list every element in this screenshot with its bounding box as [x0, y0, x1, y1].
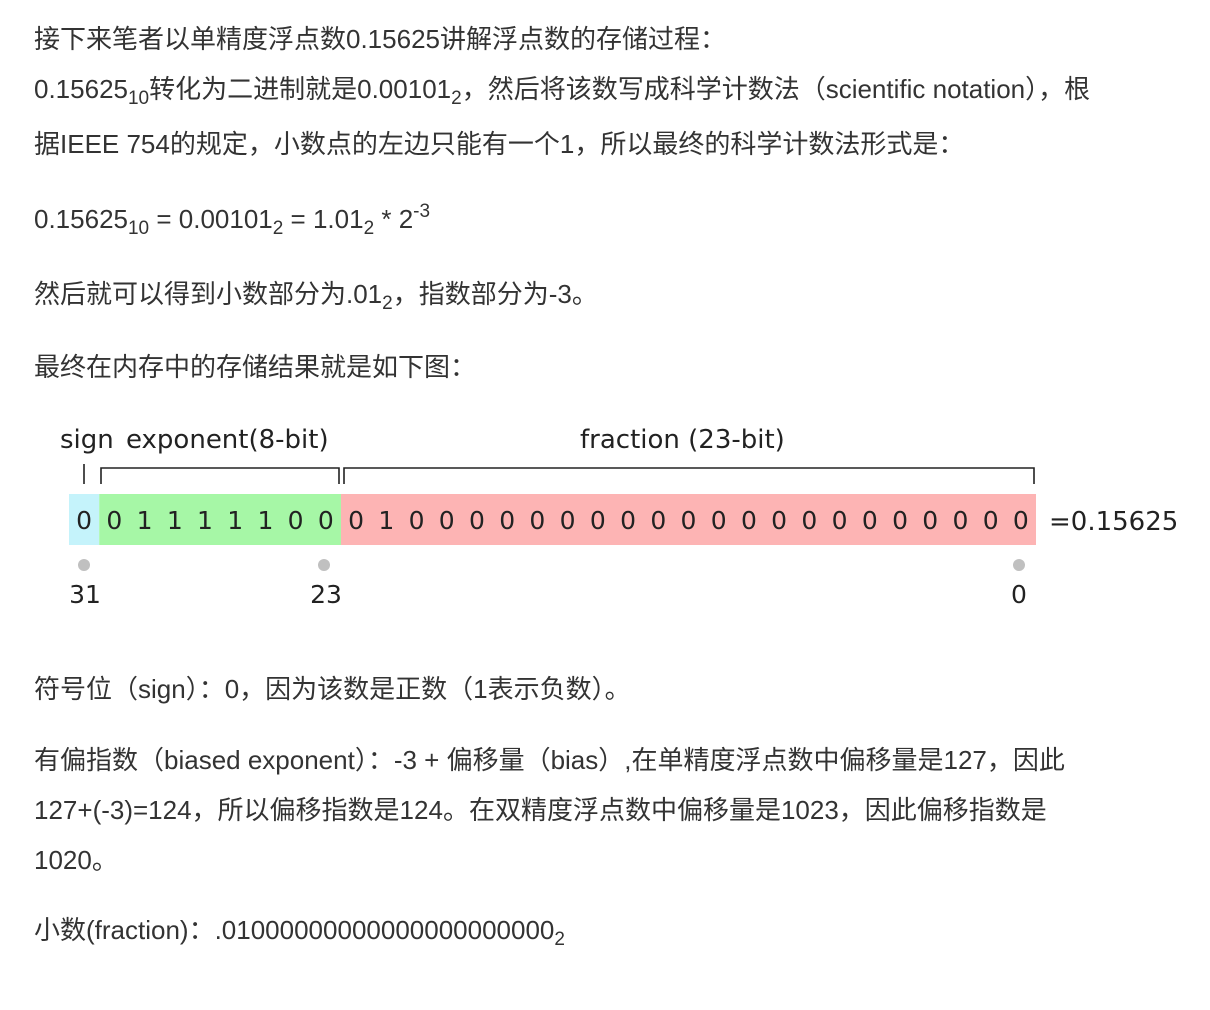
- bit-digit: 1: [378, 506, 394, 535]
- intro-paragraph: 接下来笔者以单精度浮点数0.15625讲解浮点数的存储过程：: [34, 24, 726, 54]
- exponent-section: [99, 494, 341, 545]
- conversion-number: 0.15625: [34, 74, 128, 104]
- fraction-bracket: [343, 467, 1035, 484]
- bit-digit: 0: [318, 506, 334, 535]
- formula-power: * 2: [374, 204, 414, 234]
- bit-digit: 0: [983, 506, 999, 535]
- bit-digit: 0: [106, 506, 122, 535]
- formula-line: 0.1562510 = 0.001012 = 1.012 * 2-3: [34, 194, 430, 244]
- index-dot-mid: [318, 559, 330, 571]
- conversion-binary-text: 转化为二进制就是0.00101: [149, 74, 452, 104]
- parts-exponent-text: ，指数部分为-3。: [392, 279, 598, 309]
- conversion-paragraph-line1: 0.1562510转化为二进制就是0.001012，然后将该数写成科学计数法（s…: [34, 64, 1090, 114]
- bias-paragraph-line3: 1020。: [34, 845, 118, 875]
- fraction-paragraph: 小数(fraction)：.010000000000000000000002: [34, 905, 565, 955]
- bit-digit: 1: [227, 506, 243, 535]
- bit-digit: 0: [76, 506, 92, 535]
- float-bit-diagram: sign exponent(8-bit) fraction (23-bit) 0…: [60, 425, 1178, 609]
- index-label-23: 23: [310, 580, 342, 609]
- bit-cells: [69, 494, 1037, 545]
- bit-digit: 0: [469, 506, 485, 535]
- index-label-31: 31: [69, 580, 101, 609]
- bit-digit: 0: [801, 506, 817, 535]
- exponent-label: exponent(8-bit): [126, 425, 329, 455]
- bit-digit: 0: [771, 506, 787, 535]
- bias-paragraph-line2: 127+(-3)=124，所以偏移指数是124。在双精度浮点数中偏移量是1023…: [34, 795, 1047, 825]
- result-intro-paragraph: 最终在内存中的存储结果就是如下图：: [34, 352, 477, 382]
- bit-digit: 0: [711, 506, 727, 535]
- section-brackets: [83, 464, 1035, 484]
- result-value: =0.15625: [1049, 507, 1178, 537]
- conversion-tail-text: ，然后将该数写成科学计数法（scientific notation），根: [461, 74, 1091, 104]
- formula-exponent: -3: [413, 201, 431, 222]
- sign-label: sign: [60, 425, 114, 455]
- parts-base: 2: [382, 293, 393, 314]
- bit-digit: 0: [922, 506, 938, 535]
- bit-digit: 0: [741, 506, 757, 535]
- sign-paragraph: 符号位（sign）：0，因为该数是正数（1表示负数）。: [34, 674, 631, 704]
- parts-paragraph: 然后就可以得到小数部分为.012，指数部分为-3。: [34, 269, 598, 319]
- index-dot-right: [1013, 559, 1025, 571]
- bit-digit: 0: [681, 506, 697, 535]
- index-dot-left: [78, 559, 90, 571]
- fraction-base: 2: [554, 929, 565, 950]
- bit-digit: 0: [560, 506, 576, 535]
- bit-digit: 0: [1013, 506, 1029, 535]
- bit-digit: 0: [832, 506, 848, 535]
- fraction-label: fraction (23-bit): [580, 425, 785, 455]
- bit-digit: 0: [499, 506, 515, 535]
- index-label-0: 0: [1011, 580, 1027, 609]
- conversion-binary-base: 2: [451, 88, 462, 109]
- bit-digit: 1: [167, 506, 183, 535]
- conversion-number-base: 10: [127, 88, 150, 109]
- formula-binary: = 0.00101: [149, 204, 273, 234]
- bit-digit: 0: [952, 506, 968, 535]
- bit-digit: 0: [529, 506, 545, 535]
- bit-digit: 1: [137, 506, 153, 535]
- formula-normalized-base: 2: [363, 218, 375, 239]
- fraction-text: 小数(fraction)：.01000000000000000000000: [34, 915, 555, 945]
- bit-digit: 1: [257, 506, 273, 535]
- exponent-bracket: [100, 467, 340, 484]
- formula-decimal-base: 10: [127, 218, 150, 239]
- bit-digit: 0: [348, 506, 364, 535]
- bit-digit: 0: [620, 506, 636, 535]
- bit-digit: 0: [439, 506, 455, 535]
- bit-digit: 0: [288, 506, 304, 535]
- bit-digit: 1: [197, 506, 213, 535]
- formula-decimal: 0.15625: [34, 204, 128, 234]
- bit-digit: 0: [892, 506, 908, 535]
- formula-normalized: = 1.01: [283, 204, 364, 234]
- bit-digit: 0: [650, 506, 666, 535]
- bias-paragraph-line1: 有偏指数（biased exponent）：-3 + 偏移量（bias）,在单精…: [34, 745, 1065, 775]
- conversion-paragraph-line2: 据IEEE 754的规定，小数点的左边只能有一个1，所以最终的科学计数法形式是：: [34, 129, 965, 159]
- parts-fraction-text: 然后就可以得到小数部分为.01: [34, 279, 383, 309]
- formula-binary-base: 2: [272, 218, 284, 239]
- bit-digit: 0: [409, 506, 425, 535]
- bit-digit: 0: [862, 506, 878, 535]
- bit-digit: 0: [590, 506, 606, 535]
